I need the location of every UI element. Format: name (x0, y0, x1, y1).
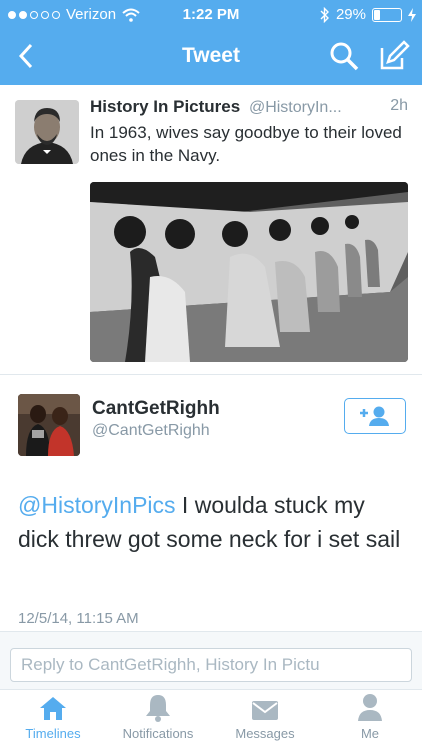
add-user-icon (360, 406, 389, 426)
tweet-text: In 1963, wives say goodbye to their love… (90, 123, 402, 165)
tab-label: Me (360, 726, 380, 741)
tweet-text: @HistoryInPics I woulda stuck my dick th… (18, 488, 408, 556)
author-handle[interactable]: @HistoryIn... (249, 99, 342, 116)
home-icon (40, 697, 66, 720)
search-icon (330, 42, 359, 71)
bluetooth-icon (320, 6, 329, 23)
bell-icon (146, 695, 170, 722)
ship-photo (90, 182, 408, 362)
user-photo (18, 394, 80, 456)
nav-bar: Tweet (0, 30, 422, 85)
author-handle[interactable]: @CantGetRighh (92, 422, 210, 440)
follow-button[interactable] (344, 398, 406, 434)
avatar[interactable] (15, 100, 79, 164)
tab-label: Messages (235, 726, 295, 741)
compose-icon (380, 40, 410, 70)
tab-timelines[interactable]: Timelines (14, 690, 92, 750)
battery-percent: 29% (335, 6, 366, 23)
charging-icon (408, 7, 416, 22)
tab-bar: Timelines Notifications Messages Me (0, 690, 422, 750)
status-right: 29% (320, 6, 416, 23)
tweet-timestamp: 12/5/14, 11:15 AM (18, 610, 139, 627)
compose-button[interactable] (376, 38, 412, 74)
tab-label: Notifications (122, 726, 194, 741)
avatar[interactable] (18, 394, 80, 456)
top-bar: Verizon 1:22 PM 29% Tweet (0, 0, 422, 85)
tab-messages[interactable]: Messages (222, 690, 308, 750)
tweet-header: History In Pictures @HistoryIn... 2h (90, 97, 412, 117)
envelope-icon (252, 701, 278, 720)
search-button[interactable] (326, 38, 362, 74)
author-name[interactable]: History In Pictures (90, 97, 240, 116)
mention-link[interactable]: @HistoryInPics (18, 492, 176, 518)
author-name[interactable]: CantGetRighh (92, 398, 220, 420)
tab-notifications[interactable]: Notifications (108, 690, 208, 750)
tab-label: Timelines (25, 726, 81, 741)
portrait-icon (15, 100, 79, 164)
tab-me[interactable]: Me (338, 690, 402, 750)
reply-bar (0, 632, 422, 690)
tweet-photo[interactable] (90, 182, 408, 362)
person-icon (358, 694, 382, 721)
main-tweet: CantGetRighh @CantGetRighh @HistoryInPic… (0, 376, 422, 632)
battery-icon (372, 7, 402, 22)
reply-input[interactable] (10, 648, 412, 682)
status-bar: Verizon 1:22 PM 29% (0, 0, 422, 30)
tweet-time: 2h (390, 97, 408, 114)
parent-tweet[interactable]: History In Pictures @HistoryIn... 2h In … (0, 85, 422, 375)
